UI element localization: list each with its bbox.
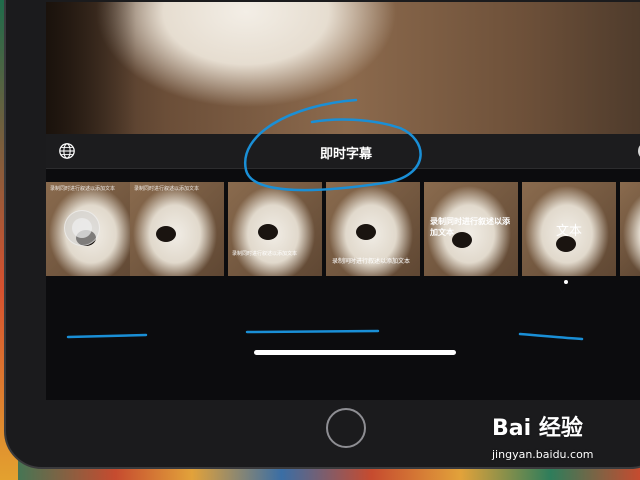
camera-preview [46,2,640,134]
style-thumbnail[interactable]: 文本 [522,182,616,276]
caption-text: 文本 [555,224,582,239]
style-thumbnail[interactable]: 录制同时进行叙述以添加文本 [228,182,322,276]
ipad-frame: 即时字幕 × 录制同时进行叙述以添加文本 录制同时进行叙述以添加文本 录制同时进… [4,0,640,469]
page-indicator-dot [564,280,568,284]
watermark-url: jingyan.baidu.com [492,448,594,461]
touch-indicator [64,210,100,246]
style-thumbnail[interactable]: 录制同时进行叙述以添加文本 [326,182,420,276]
caption-text: 录制同时进行叙述以添加文本 [232,251,298,257]
style-thumbnail[interactable]: 录制同时进行叙述以添加文本 [46,182,140,276]
watermark: Bai 经验 jingyan.baidu.com [492,410,632,470]
page-title: 即时字幕 [319,147,372,162]
caption-text: 录制同时进行叙述以添加文本 [430,217,510,237]
style-thumbnail[interactable]: 录制同时进行叙述以添加文本 [424,182,518,276]
style-thumbnail[interactable] [620,182,640,276]
style-thumbnail[interactable]: 录制同时进行叙述以添加文本 [130,182,224,276]
home-indicator-bar[interactable] [254,350,456,355]
caption-text: 录制同时进行叙述以添加文本 [134,186,200,192]
live-titles-style-strip: 录制同时进行叙述以添加文本 录制同时进行叙述以添加文本 录制同时进行叙述以添加文… [46,182,640,276]
ipad-screen: 即时字幕 × 录制同时进行叙述以添加文本 录制同时进行叙述以添加文本 录制同时进… [46,2,640,400]
caption-text: 录制同时进行叙述以添加文本 [50,186,116,192]
watermark-logo: Bai 经验 [492,416,583,441]
live-titles-toolbar: 即时字幕 × [46,134,640,169]
caption-text: 录制同时进行叙述以添加文本 [332,258,411,265]
home-button[interactable] [326,408,366,448]
